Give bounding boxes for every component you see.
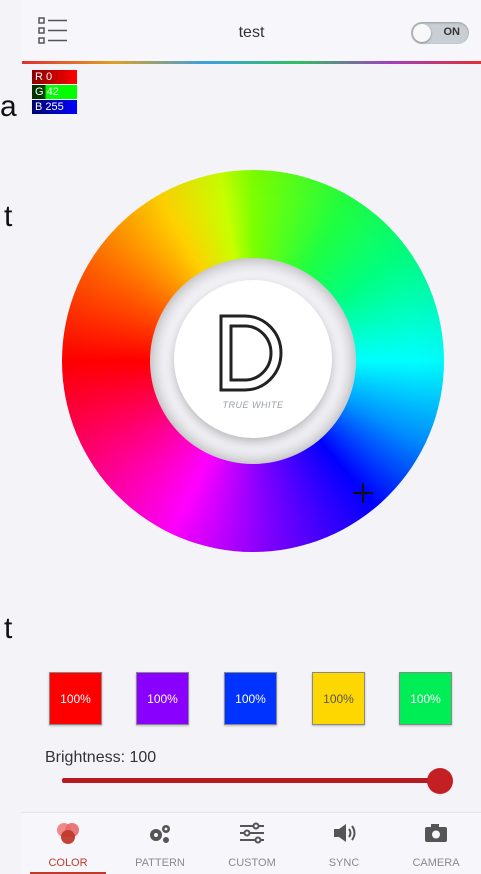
preset-label: 100% xyxy=(235,691,266,706)
bottom-nav: COLOR PATTERN CUSTOM SYNC CAMERA xyxy=(22,812,481,874)
tab-custom[interactable]: CUSTOM xyxy=(206,813,298,874)
color-selector-crosshair-icon[interactable] xyxy=(352,482,374,504)
power-toggle[interactable]: ON xyxy=(411,22,469,44)
sliders-icon xyxy=(236,821,268,845)
preset-color-3[interactable]: 100% xyxy=(224,672,277,725)
preset-label: 100% xyxy=(147,691,178,706)
tab-pattern-label: PATTERN xyxy=(135,857,185,869)
power-toggle-label: ON xyxy=(443,26,461,38)
edge-letter-bottom: t xyxy=(4,612,13,645)
edge-letter-top: t xyxy=(4,200,13,233)
preset-color-5[interactable]: 100% xyxy=(399,672,452,725)
preset-color-1[interactable]: 100% xyxy=(49,672,102,725)
true-white-label: TRUE WHITE xyxy=(222,400,284,410)
app-screen: a t t test ON R 0 G 42 B 255 TRUE WHITE … xyxy=(0,0,481,874)
tab-camera[interactable]: CAMERA xyxy=(390,813,481,874)
preset-label: 100% xyxy=(410,691,441,706)
camera-icon xyxy=(420,821,452,845)
red-value-bar: R 0 xyxy=(32,70,77,84)
preset-color-2[interactable]: 100% xyxy=(136,672,189,725)
tab-custom-label: CUSTOM xyxy=(228,857,276,869)
brightness-label: Brightness: 100 xyxy=(45,749,157,766)
preset-color-4[interactable]: 100% xyxy=(312,672,365,725)
green-value: G 42 xyxy=(35,86,59,98)
tab-color-label: COLOR xyxy=(48,857,88,869)
color-wheel-container: TRUE WHITE xyxy=(62,170,444,552)
true-white-button[interactable]: TRUE WHITE xyxy=(174,280,332,438)
preset-label: 100% xyxy=(323,691,354,706)
tab-pattern[interactable]: PATTERN xyxy=(114,813,206,874)
toggle-knob xyxy=(413,24,431,42)
header-divider xyxy=(22,61,481,64)
speaker-icon xyxy=(328,821,360,845)
gears-icon xyxy=(144,821,176,845)
tab-sync[interactable]: SYNC xyxy=(298,813,390,874)
red-value: R 0 xyxy=(35,71,53,83)
edge-letter: a xyxy=(0,90,17,123)
blue-value: B 255 xyxy=(35,101,64,113)
tab-sync-label: SYNC xyxy=(328,857,360,869)
color-circles-icon xyxy=(52,821,84,845)
blue-value-bar: B 255 xyxy=(32,100,77,114)
green-value-bar: G 42 xyxy=(32,85,77,99)
tab-camera-label: CAMERA xyxy=(412,857,460,869)
brightness-slider-thumb[interactable] xyxy=(427,768,453,794)
brightness-slider-track[interactable] xyxy=(62,778,440,783)
top-bar: test ON xyxy=(22,0,481,62)
tab-color[interactable]: COLOR xyxy=(22,813,114,874)
rgb-readout: R 0 G 42 B 255 xyxy=(32,70,77,115)
brand-logo-icon xyxy=(217,312,289,399)
preset-label: 100% xyxy=(60,691,91,706)
